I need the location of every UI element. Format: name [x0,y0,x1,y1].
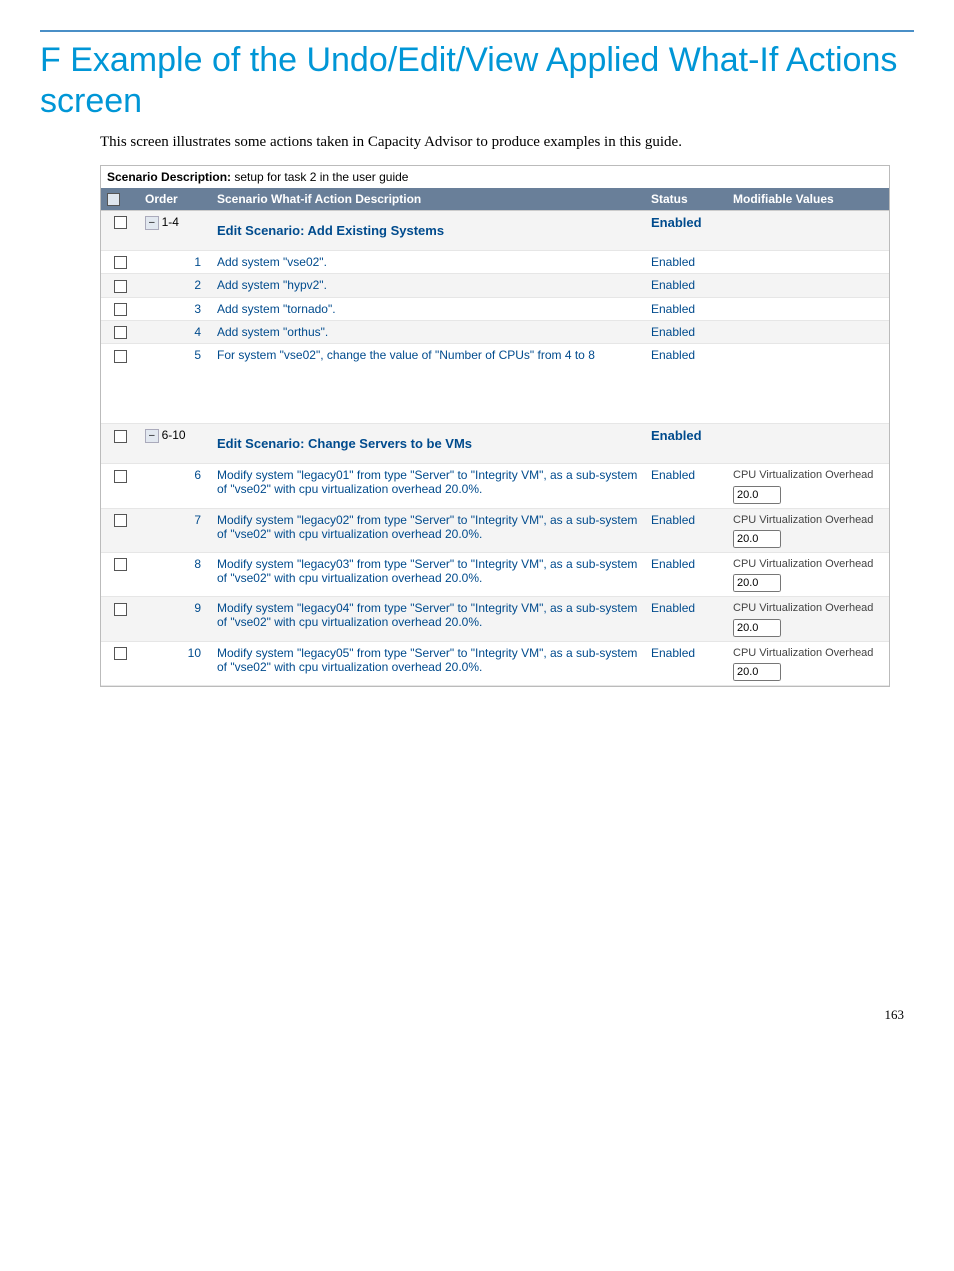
row-order: 7 [139,508,211,552]
table-row: 1 Add system "vse02". Enabled [101,250,889,273]
mod-label: CPU Virtualization Overhead [733,514,873,526]
row-checkbox[interactable] [114,647,127,660]
table-row: 9 Modify system "legacy04" from type "Se… [101,597,889,641]
group-status: Enabled [645,424,727,464]
row-checkbox[interactable] [114,603,127,616]
group-row: –6-10 Edit Scenario: Change Servers to b… [101,424,889,464]
mod-value-input[interactable] [733,486,781,504]
group-title: Edit Scenario: Add Existing Systems [211,210,645,250]
row-order: 10 [139,641,211,685]
group-range: 1-4 [162,215,179,229]
actions-table: Order Scenario What-if Action Descriptio… [101,188,889,687]
col-order-header: Order [139,188,211,211]
row-checkbox[interactable] [114,303,127,316]
table-row: 10 Modify system "legacy05" from type "S… [101,641,889,685]
row-order: 2 [139,274,211,297]
table-row: 4 Add system "orthus". Enabled [101,320,889,343]
mod-value-input[interactable] [733,530,781,548]
col-desc-header: Scenario What-if Action Description [211,188,645,211]
row-checkbox[interactable] [114,470,127,483]
row-status: Enabled [645,641,727,685]
row-order: 8 [139,553,211,597]
col-status-header: Status [645,188,727,211]
row-order: 3 [139,297,211,320]
table-row: 3 Add system "tornado". Enabled [101,297,889,320]
row-status: Enabled [645,250,727,273]
row-status: Enabled [645,320,727,343]
select-all-checkbox[interactable] [107,193,120,206]
row-desc: Modify system "legacy04" from type "Serv… [211,597,645,641]
row-checkbox[interactable] [114,280,127,293]
table-row: 2 Add system "hypv2". Enabled [101,274,889,297]
row-desc: Add system "orthus". [211,320,645,343]
row-desc: Modify system "legacy01" from type "Serv… [211,464,645,508]
table-header-row: Order Scenario What-if Action Descriptio… [101,188,889,211]
row-checkbox[interactable] [114,514,127,527]
page-heading: F Example of the Undo/Edit/View Applied … [40,40,914,122]
row-order: 9 [139,597,211,641]
page-number: 163 [40,1007,914,1023]
row-status: Enabled [645,344,727,424]
mod-value-input[interactable] [733,663,781,681]
table-row: 8 Modify system "legacy03" from type "Se… [101,553,889,597]
mod-value-input[interactable] [733,574,781,592]
mod-label: CPU Virtualization Overhead [733,558,873,570]
scenario-description-bar: Scenario Description: setup for task 2 i… [101,166,889,188]
group-row: –1-4 Edit Scenario: Add Existing Systems… [101,210,889,250]
table-row: 7 Modify system "legacy02" from type "Se… [101,508,889,552]
collapse-icon[interactable]: – [145,216,159,230]
group-range: 6-10 [162,428,186,442]
row-checkbox[interactable] [114,216,127,229]
table-row: 6 Modify system "legacy01" from type "Se… [101,464,889,508]
row-checkbox[interactable] [114,558,127,571]
row-status: Enabled [645,274,727,297]
table-row: 5 For system "vse02", change the value o… [101,344,889,424]
row-checkbox[interactable] [114,350,127,363]
intro-text: This screen illustrates some actions tak… [100,134,914,151]
row-desc: Add system "vse02". [211,250,645,273]
row-status: Enabled [645,464,727,508]
group-title: Edit Scenario: Change Servers to be VMs [211,424,645,464]
scenario-description-label: Scenario Description: [107,170,231,184]
mod-value-input[interactable] [733,619,781,637]
row-desc: Modify system "legacy02" from type "Serv… [211,508,645,552]
row-checkbox[interactable] [114,256,127,269]
row-status: Enabled [645,597,727,641]
row-checkbox[interactable] [114,430,127,443]
col-mod-header: Modifiable Values [727,188,889,211]
row-order: 5 [139,344,211,424]
collapse-icon[interactable]: – [145,429,159,443]
row-status: Enabled [645,508,727,552]
row-order: 6 [139,464,211,508]
mod-label: CPU Virtualization Overhead [733,647,873,659]
row-status: Enabled [645,553,727,597]
row-desc: Modify system "legacy05" from type "Serv… [211,641,645,685]
row-desc: Add system "hypv2". [211,274,645,297]
scenario-description-text: setup for task 2 in the user guide [231,170,408,184]
row-checkbox[interactable] [114,326,127,339]
row-desc: Add system "tornado". [211,297,645,320]
row-desc: For system "vse02", change the value of … [211,344,645,424]
screenshot-panel: Scenario Description: setup for task 2 i… [100,165,890,688]
row-order: 1 [139,250,211,273]
row-status: Enabled [645,297,727,320]
row-order: 4 [139,320,211,343]
mod-label: CPU Virtualization Overhead [733,602,873,614]
group-status: Enabled [645,210,727,250]
row-desc: Modify system "legacy03" from type "Serv… [211,553,645,597]
mod-label: CPU Virtualization Overhead [733,469,873,481]
